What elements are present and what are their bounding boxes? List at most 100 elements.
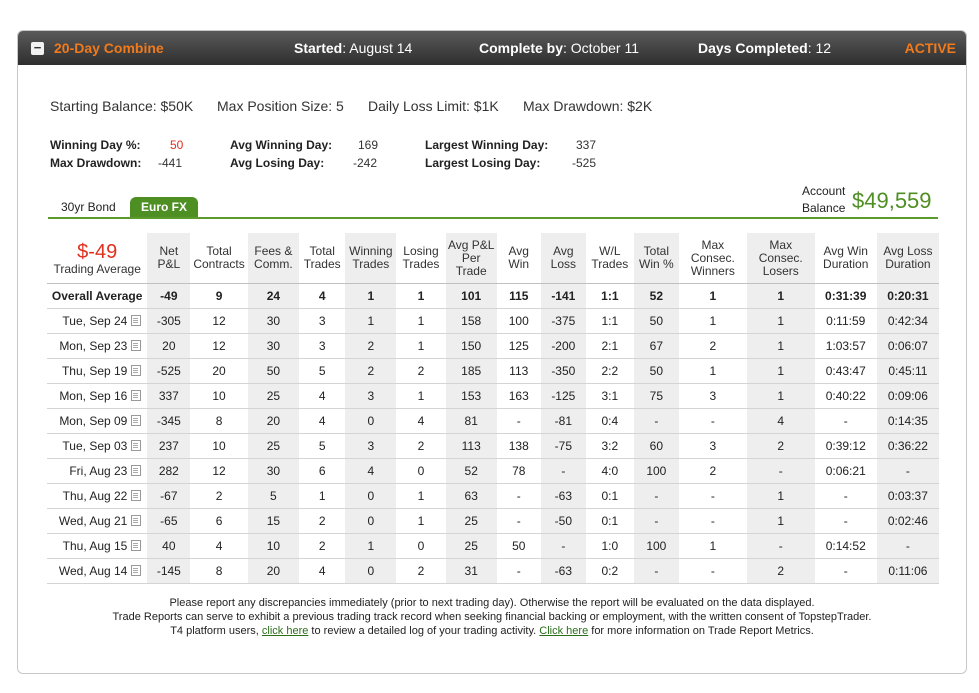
- table-cell: -49: [147, 283, 191, 309]
- table-cell: -: [876, 458, 939, 484]
- table-cell: -345: [147, 408, 191, 434]
- table-cell: 30: [247, 458, 300, 484]
- column-header: Fees & Comm.: [247, 233, 300, 284]
- table-cell: -125: [540, 383, 586, 409]
- row-date-link[interactable]: Mon, Sep 09: [59, 414, 127, 428]
- days-completed-info: Days Completed: 12: [698, 40, 831, 56]
- table-cell: 1: [678, 283, 747, 309]
- table-cell: 4: [299, 383, 346, 409]
- row-date-cell: Wed, Aug 14: [47, 558, 148, 584]
- table-cell: 0:1: [585, 508, 634, 534]
- row-date-link[interactable]: Tue, Sep 03: [62, 439, 127, 453]
- stat-label: Max Drawdown:: [50, 156, 142, 170]
- table-cell: 2: [299, 533, 346, 559]
- column-header: W/L Trades: [585, 233, 634, 284]
- table-cell: -305: [147, 308, 191, 334]
- table-cell: 2: [190, 483, 248, 509]
- overall-average-row: Overall Average -49 9 24 4 1 1 101 115 -141 1:1 52 1…: [47, 283, 939, 309]
- trading-average-label: Trading Average: [53, 261, 141, 276]
- table-cell: 25: [445, 533, 497, 559]
- table-cell: 101: [445, 283, 497, 309]
- instrument-tabs: 30yr Bond Euro FX: [48, 197, 938, 219]
- column-header: Avg Win Duration: [814, 233, 877, 284]
- table-cell: 10: [247, 533, 300, 559]
- row-date-link[interactable]: Wed, Aug 21: [59, 514, 128, 528]
- document-icon[interactable]: [131, 315, 142, 326]
- table-cell: 25: [247, 383, 300, 409]
- table-header-row: $-49 Trading Average Net P&L Total Contra…: [47, 233, 939, 284]
- document-icon[interactable]: [131, 465, 142, 476]
- stat-label: Winning Day %:: [50, 138, 141, 152]
- row-date-link[interactable]: Thu, Aug 22: [63, 489, 128, 503]
- table-cell: -: [496, 408, 541, 434]
- table-cell: -67: [147, 483, 191, 509]
- document-icon[interactable]: [131, 565, 142, 576]
- table-cell: 1: [396, 333, 446, 359]
- table-cell: -: [814, 508, 877, 534]
- footer-note-2: Trade Reports can serve to exhibit a pre…: [112, 611, 872, 623]
- document-icon[interactable]: [131, 540, 142, 551]
- stat-value: -441: [158, 156, 183, 170]
- table-cell: 3: [345, 383, 397, 409]
- metrics-info-link[interactable]: Click here: [539, 625, 588, 637]
- table-cell: 0:09:06: [876, 383, 939, 409]
- table-cell: 2: [396, 358, 446, 384]
- stat-value: -525: [572, 156, 597, 170]
- table-cell: 25: [445, 508, 497, 534]
- table-cell: 5: [247, 483, 300, 509]
- row-date-cell: Thu, Aug 22: [47, 483, 148, 509]
- stat-largest-losing-day: Largest Losing Day: -525: [425, 156, 596, 170]
- table-cell: -141: [540, 283, 586, 309]
- table-cell: 50: [633, 308, 679, 334]
- table-cell: 0:39:12: [814, 433, 877, 459]
- table-cell: 1:1: [585, 308, 634, 334]
- combine-panel: − 20-Day Combine Started: August 14 Comp…: [17, 30, 967, 674]
- column-header: Avg Loss Duration: [876, 233, 939, 284]
- tab-euro-fx[interactable]: Euro FX: [130, 197, 199, 217]
- table-cell: 30: [247, 333, 300, 359]
- row-date-link[interactable]: Wed, Aug 14: [59, 564, 128, 578]
- trading-average-value: $-49: [77, 240, 118, 263]
- table-cell: -: [633, 483, 679, 509]
- column-header: Avg Loss: [540, 233, 586, 284]
- document-icon[interactable]: [131, 515, 142, 526]
- tab-30yr-bond[interactable]: 30yr Bond: [50, 197, 127, 217]
- table-cell: 4: [299, 283, 346, 309]
- row-date-link[interactable]: Thu, Aug 15: [63, 539, 128, 553]
- document-icon[interactable]: [131, 490, 142, 501]
- row-date-link[interactable]: Mon, Sep 16: [59, 389, 127, 403]
- detailed-log-link[interactable]: click here: [262, 625, 308, 637]
- row-date-link[interactable]: Thu, Sep 19: [62, 364, 127, 378]
- collapse-toggle-icon[interactable]: −: [31, 41, 44, 55]
- table-cell: 1: [299, 483, 346, 509]
- document-icon[interactable]: [131, 365, 142, 376]
- row-date-link[interactable]: Tue, Sep 24: [62, 314, 127, 328]
- column-header: Total Trades: [299, 233, 346, 284]
- table-cell: 52: [445, 458, 497, 484]
- row-date-cell: Mon, Sep 09: [47, 408, 148, 434]
- stat-value: 50: [170, 138, 184, 152]
- table-cell: 12: [190, 333, 248, 359]
- document-icon[interactable]: [131, 390, 142, 401]
- trade-report-table: $-49 Trading Average Net P&L Total Contra…: [47, 233, 939, 584]
- document-icon[interactable]: [131, 340, 142, 351]
- row-date-link[interactable]: Fri, Aug 23: [69, 464, 127, 478]
- stat-label: Avg Losing Day:: [230, 156, 325, 170]
- table-cell: 113: [496, 358, 541, 384]
- document-icon[interactable]: [131, 415, 142, 426]
- complete-info: Complete by: October 11: [479, 40, 639, 56]
- table-cell: 1: [396, 308, 446, 334]
- overall-average-label: Overall Average: [47, 283, 148, 309]
- row-date-cell: Tue, Sep 03: [47, 433, 148, 459]
- row-date-link[interactable]: Mon, Sep 23: [59, 339, 127, 353]
- table-cell: 2: [396, 558, 446, 584]
- table-cell: 0:43:47: [814, 358, 877, 384]
- column-header: Total Contracts: [190, 233, 248, 284]
- table-cell: 3: [678, 433, 747, 459]
- table-row: Mon, Sep 09 -345 8 20 4 0 4 81- -81 0:4- -4-0:14:3…: [47, 408, 939, 434]
- column-header: Net P&L: [147, 233, 191, 284]
- max-position-size: Max Position Size: 5: [217, 98, 344, 114]
- table-cell: 1:03:57: [814, 333, 877, 359]
- document-icon[interactable]: [131, 440, 142, 451]
- table-cell: 2: [746, 558, 815, 584]
